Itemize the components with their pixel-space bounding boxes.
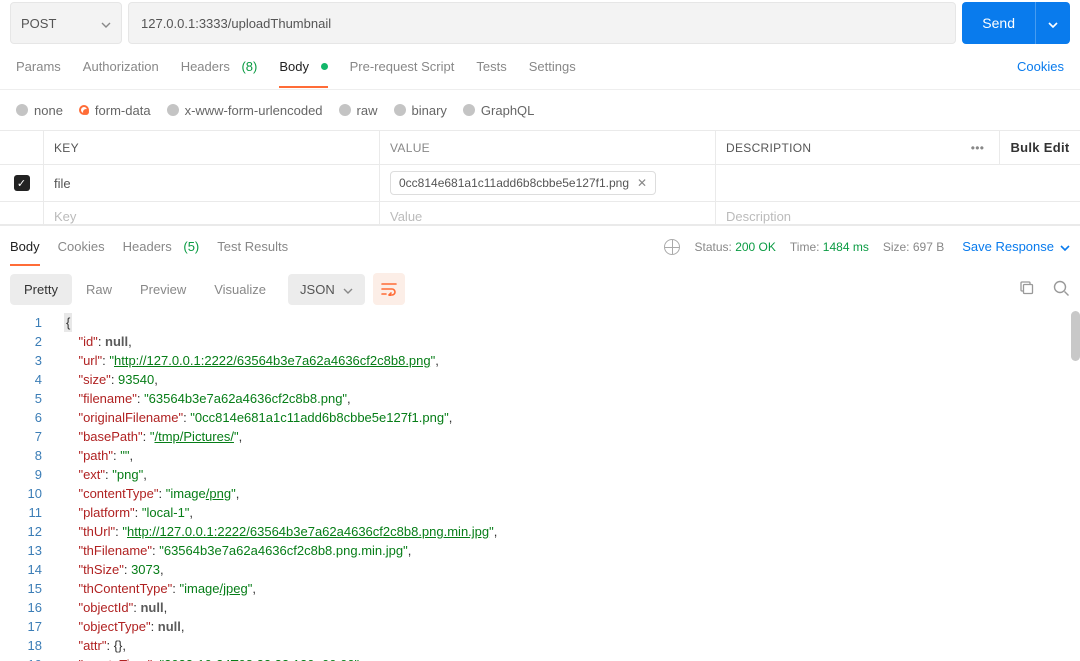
view-pretty[interactable]: Pretty	[10, 274, 72, 305]
cookies-link[interactable]: Cookies	[1017, 59, 1064, 74]
row-checkbox[interactable]: ✓	[14, 175, 30, 191]
new-desc-input[interactable]: Description	[716, 202, 956, 224]
globe-icon[interactable]	[664, 239, 680, 255]
file-chip-name: 0cc814e681a1c11add6b8cbbe5e127f1.png	[399, 176, 629, 190]
header-description: DESCRIPTION	[716, 131, 956, 164]
header-value: VALUE	[380, 131, 716, 164]
body-type-raw[interactable]: raw	[339, 103, 378, 118]
tab-authorization[interactable]: Authorization	[83, 59, 159, 74]
method-select[interactable]: POST	[10, 2, 122, 44]
copy-icon[interactable]	[1018, 279, 1034, 300]
method-label: POST	[21, 16, 56, 31]
send-button-label: Send	[962, 15, 1035, 31]
response-tab-cookies[interactable]: Cookies	[58, 239, 105, 254]
form-data-table: KEY VALUE DESCRIPTION ••• Bulk Edit ✓ fi…	[0, 130, 1080, 225]
save-response-button[interactable]: Save Response	[962, 239, 1070, 254]
url-input[interactable]	[128, 2, 956, 44]
body-type-graphql[interactable]: GraphQL	[463, 103, 534, 118]
radio-icon	[167, 104, 179, 116]
chevron-down-icon	[343, 282, 353, 297]
file-chip[interactable]: 0cc814e681a1c11add6b8cbbe5e127f1.png ✕	[390, 171, 656, 195]
form-data-row[interactable]: ✓ file 0cc814e681a1c11add6b8cbbe5e127f1.…	[0, 165, 1080, 202]
scrollbar-thumb[interactable]	[1071, 311, 1080, 361]
form-data-header: KEY VALUE DESCRIPTION ••• Bulk Edit	[0, 131, 1080, 165]
radio-selected-icon	[79, 105, 89, 115]
tab-params[interactable]: Params	[16, 59, 61, 74]
tab-settings[interactable]: Settings	[529, 59, 576, 74]
more-options-button[interactable]: •••	[956, 131, 1000, 164]
form-data-new-row[interactable]: Key Value Description	[0, 202, 1080, 224]
view-mode-tabs: Pretty Raw Preview Visualize	[10, 274, 280, 305]
tab-pre-request[interactable]: Pre-request Script	[350, 59, 455, 74]
response-tab-headers[interactable]: Headers (5)	[123, 239, 200, 254]
send-button[interactable]: Send	[962, 2, 1070, 44]
tab-tests[interactable]: Tests	[476, 59, 506, 74]
body-type-form-data[interactable]: form-data	[79, 103, 151, 118]
bulk-edit-button[interactable]: Bulk Edit	[1000, 131, 1080, 164]
response-tab-test-results[interactable]: Test Results	[217, 239, 288, 254]
response-body-code[interactable]: 12345678910111213141516171819 { "id": nu…	[0, 311, 1080, 661]
time-text: Time: 1484 ms	[790, 240, 869, 254]
radio-icon	[16, 104, 28, 116]
size-text: Size: 697 B	[883, 240, 944, 254]
tab-body[interactable]: Body	[279, 59, 327, 74]
close-icon[interactable]: ✕	[637, 176, 647, 190]
search-icon[interactable]	[1052, 279, 1070, 300]
tab-headers[interactable]: Headers (8)	[181, 59, 258, 74]
body-type-urlencoded[interactable]: x-www-form-urlencoded	[167, 103, 323, 118]
status-text: Status: 200 OK	[694, 240, 775, 254]
modified-dot-icon	[321, 63, 328, 70]
row-key[interactable]: file	[44, 165, 380, 201]
header-key: KEY	[44, 131, 380, 164]
body-type-binary[interactable]: binary	[394, 103, 447, 118]
view-visualize[interactable]: Visualize	[200, 274, 280, 305]
new-value-input[interactable]: Value	[380, 202, 716, 224]
response-tab-body[interactable]: Body	[10, 239, 40, 254]
radio-icon	[339, 104, 351, 116]
radio-icon	[463, 104, 475, 116]
row-value[interactable]: 0cc814e681a1c11add6b8cbbe5e127f1.png ✕	[380, 165, 716, 201]
format-select[interactable]: JSON	[288, 274, 365, 305]
view-preview[interactable]: Preview	[126, 274, 200, 305]
chevron-down-icon	[101, 16, 111, 31]
wrap-lines-button[interactable]	[373, 273, 405, 305]
chevron-down-icon	[1060, 239, 1070, 254]
body-type-none[interactable]: none	[16, 103, 63, 118]
new-key-input[interactable]: Key	[44, 202, 380, 224]
view-raw[interactable]: Raw	[72, 274, 126, 305]
radio-icon	[394, 104, 406, 116]
chevron-down-icon[interactable]	[1036, 15, 1070, 31]
row-description[interactable]	[716, 165, 956, 201]
